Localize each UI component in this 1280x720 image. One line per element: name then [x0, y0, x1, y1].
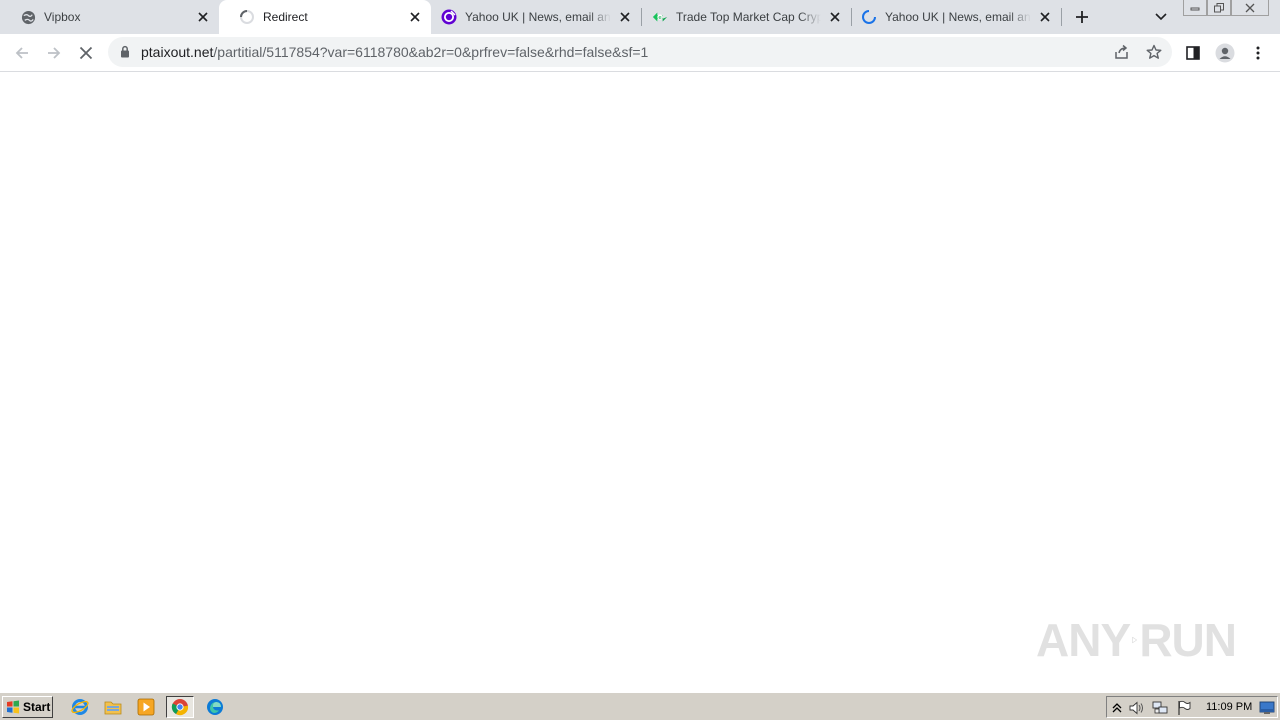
new-tab-button[interactable]: [1072, 7, 1092, 27]
back-button[interactable]: [8, 39, 36, 67]
file-explorer-launcher[interactable]: [104, 698, 122, 716]
tab-search-button[interactable]: [1151, 7, 1171, 27]
tab-title: Trade Top Market Cap CryptoCurrencies: [676, 10, 821, 24]
show-desktop-button[interactable]: [1259, 700, 1275, 716]
start-button[interactable]: Start: [2, 696, 53, 718]
speaker-icon: [1129, 701, 1143, 715]
tab-yahoo-uk-loading[interactable]: Yahoo UK | News, email and search: [852, 0, 1061, 34]
close-icon[interactable]: [407, 9, 423, 25]
page-content: [0, 72, 1280, 692]
windows-logo-icon: [7, 700, 19, 714]
restore-button[interactable]: [1207, 0, 1231, 16]
start-label: Start: [23, 700, 51, 714]
url-path: /partitial/5117854?var=6118780&ab2r=0&pr…: [213, 44, 649, 60]
media-player-icon: [137, 698, 155, 716]
lock-icon[interactable]: [120, 45, 130, 63]
tab-separator: [1061, 8, 1062, 26]
close-icon[interactable]: [827, 9, 843, 25]
tab-yahoo-uk[interactable]: Yahoo UK | News, email and search: [431, 0, 641, 34]
anyrun-watermark: ANY RUN: [1036, 608, 1237, 672]
kebab-menu-icon: [1256, 46, 1260, 60]
svg-text:e: e: [658, 15, 661, 21]
share-button[interactable]: [1112, 42, 1132, 62]
show-hidden-icons-button[interactable]: [1109, 700, 1125, 716]
restore-icon: [1214, 2, 1224, 12]
avatar-icon: [1215, 43, 1235, 63]
chevron-up-icon: [1112, 703, 1122, 713]
browser-toolbar: ptaixout.net/partitial/5117854?var=61187…: [0, 34, 1280, 72]
internet-explorer-icon: [71, 699, 89, 715]
close-icon[interactable]: [617, 9, 633, 25]
edge-icon: [207, 699, 223, 715]
folder-icon: [104, 701, 122, 715]
globe-icon: [20, 9, 36, 25]
minimize-button[interactable]: [1183, 0, 1207, 16]
forward-button[interactable]: [40, 39, 68, 67]
taskbar: Start 11:09 PM: [0, 692, 1280, 720]
crypto-exchange-icon: e: [652, 9, 668, 25]
close-icon[interactable]: [195, 9, 211, 25]
share-icon: [1115, 44, 1128, 59]
system-tray: 11:09 PM: [1106, 696, 1278, 718]
volume-button[interactable]: [1129, 700, 1145, 716]
internet-explorer-launcher[interactable]: [71, 698, 89, 716]
star-icon: [1146, 44, 1162, 59]
url-text[interactable]: ptaixout.net/partitial/5117854?var=61187…: [141, 44, 648, 60]
address-bar[interactable]: ptaixout.net/partitial/5117854?var=61187…: [108, 37, 1172, 67]
arrow-left-icon: [15, 47, 28, 59]
clock[interactable]: 11:09 PM: [1206, 701, 1252, 713]
side-panel-button[interactable]: [1179, 39, 1207, 67]
bookmark-button[interactable]: [1144, 42, 1164, 62]
tab-title: Redirect: [263, 10, 308, 24]
close-window-button[interactable]: [1231, 0, 1269, 16]
stop-icon: [79, 46, 93, 60]
tab-title: Yahoo UK | News, email and search: [885, 10, 1031, 24]
action-center-button[interactable]: [1176, 700, 1192, 716]
arrow-right-icon: [48, 47, 61, 59]
tab-strip: Vipbox Redirect Yahoo UK | News, email a…: [0, 0, 1280, 34]
stop-loading-button[interactable]: [72, 39, 100, 67]
tab-redirect[interactable]: Redirect: [219, 0, 431, 34]
network-icon: [1152, 701, 1168, 714]
yahoo-icon: [441, 9, 457, 25]
edge-launcher[interactable]: [206, 698, 224, 716]
close-icon: [1245, 3, 1255, 12]
chrome-icon: [171, 699, 189, 716]
url-host: ptaixout.net: [141, 44, 214, 60]
play-logo-icon: [1132, 636, 1138, 644]
side-panel-icon: [1186, 46, 1200, 60]
watermark-text-left: ANY: [1036, 614, 1131, 666]
profile-button[interactable]: [1211, 39, 1239, 67]
network-button[interactable]: [1152, 700, 1168, 716]
menu-button[interactable]: [1244, 39, 1272, 67]
chevron-down-icon: [1155, 13, 1167, 21]
plus-icon: [1076, 11, 1088, 23]
tab-title: Yahoo UK | News, email and search: [465, 10, 611, 24]
chrome-taskbar-button[interactable]: [166, 696, 194, 718]
flag-icon: [1178, 700, 1191, 715]
loading-spinner-icon: [239, 9, 255, 25]
watermark-text-right: RUN: [1139, 614, 1237, 666]
tab-title: Vipbox: [44, 10, 81, 24]
desktop-icon: [1259, 701, 1275, 714]
media-player-launcher[interactable]: [137, 698, 155, 716]
tab-crypto[interactable]: e Trade Top Market Cap CryptoCurrencies: [642, 0, 851, 34]
minimize-icon: [1190, 7, 1200, 10]
close-icon[interactable]: [1037, 9, 1053, 25]
tab-vipbox[interactable]: Vipbox: [0, 0, 219, 34]
loading-spinner-icon: [861, 9, 877, 25]
